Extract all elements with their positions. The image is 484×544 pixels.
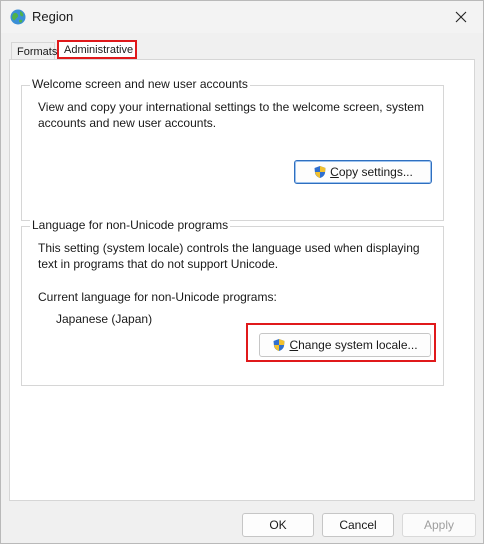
- welcome-screen-group: Welcome screen and new user accounts Vie…: [21, 77, 444, 221]
- apply-button[interactable]: Apply: [402, 513, 476, 537]
- cancel-button[interactable]: Cancel: [322, 513, 394, 537]
- window-title: Region: [32, 9, 74, 24]
- ok-button[interactable]: OK: [242, 513, 314, 537]
- administrative-panel: Welcome screen and new user accounts Vie…: [9, 59, 475, 501]
- close-button[interactable]: [439, 1, 483, 33]
- title-bar: Region: [1, 1, 483, 33]
- close-icon: [455, 11, 467, 23]
- non-unicode-group-description: This setting (system locale) controls th…: [38, 241, 420, 271]
- copy-settings-button[interactable]: Copy settings...: [294, 160, 432, 184]
- globe-icon: [10, 9, 26, 25]
- current-language-label: Current language for non-Unicode program…: [38, 290, 277, 304]
- uac-shield-icon: [314, 166, 326, 178]
- copy-settings-label: opy settings...: [338, 165, 413, 179]
- dialog-button-bar: OK Cancel Apply: [1, 505, 483, 543]
- apply-label: Apply: [423, 518, 455, 532]
- change-locale-highlight: [246, 323, 436, 362]
- welcome-group-legend: Welcome screen and new user accounts: [30, 77, 250, 91]
- non-unicode-group-legend: Language for non-Unicode programs: [30, 218, 231, 232]
- tab-highlight: [57, 40, 137, 59]
- copy-settings-mnemonic: C: [330, 165, 339, 179]
- tab-administrative[interactable]: Administrative: [57, 40, 137, 61]
- non-unicode-group: Language for non-Unicode programs This s…: [21, 218, 444, 386]
- tab-formats[interactable]: Formats: [11, 42, 57, 60]
- welcome-group-description: View and copy your international setting…: [38, 100, 424, 130]
- region-dialog: Region Formats Administrative Welcome sc…: [0, 0, 484, 544]
